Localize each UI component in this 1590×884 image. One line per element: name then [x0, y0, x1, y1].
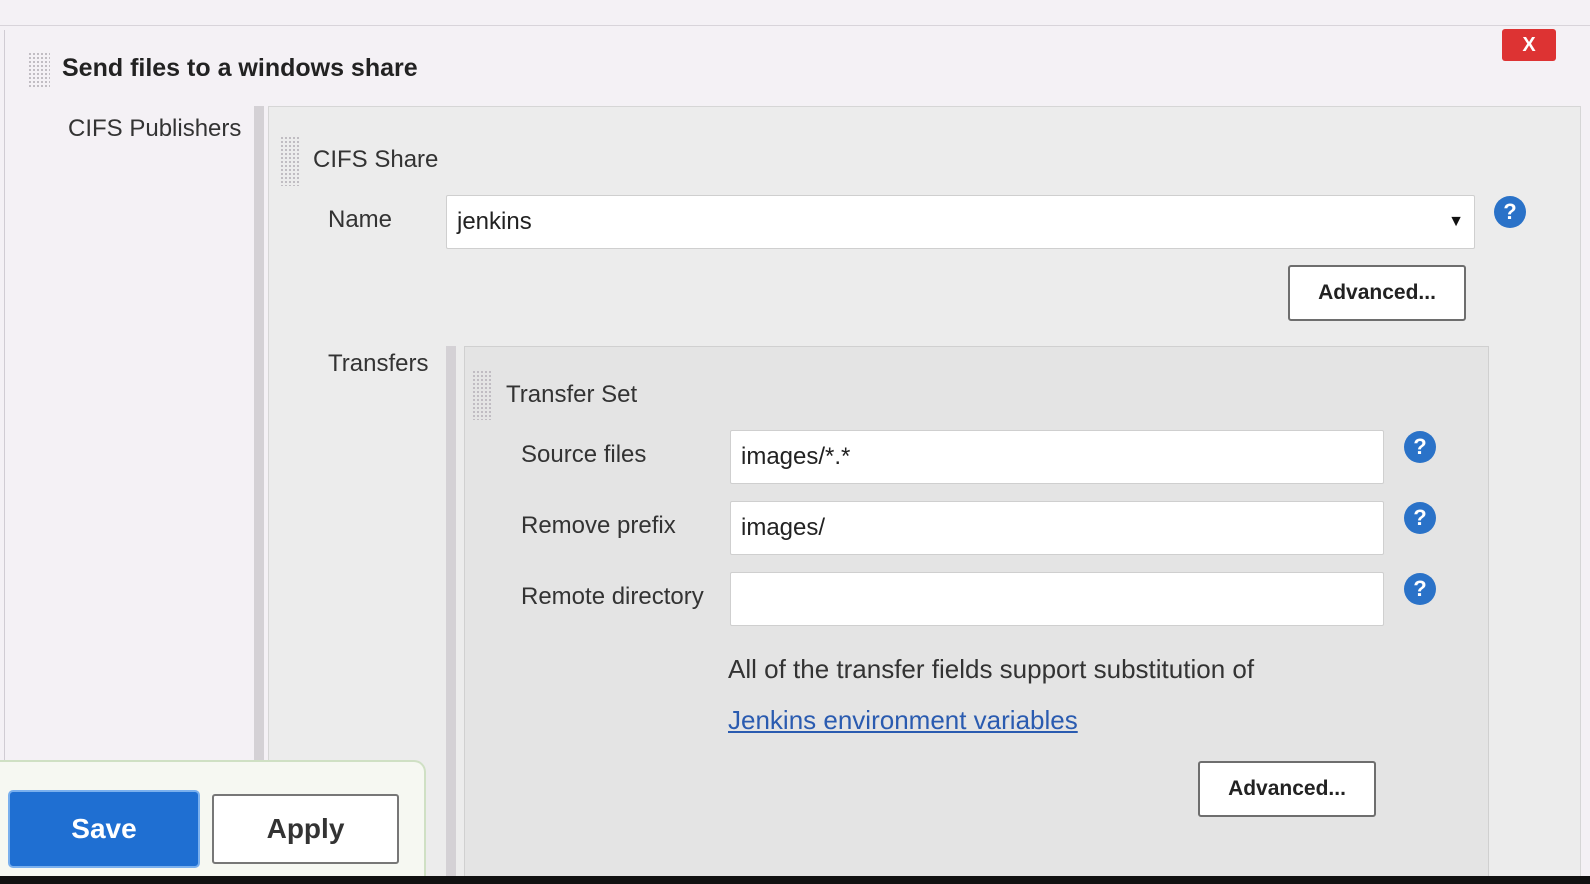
cifs-share-title: CIFS Share — [313, 146, 439, 173]
nesting-bar — [446, 346, 456, 884]
drag-handle-icon[interactable] — [280, 136, 300, 186]
save-button[interactable]: Save — [8, 790, 200, 868]
apply-button[interactable]: Apply — [212, 794, 399, 864]
help-icon[interactable]: ? — [1494, 196, 1526, 228]
source-files-input[interactable]: images/*.* — [730, 430, 1384, 484]
remove-prefix-input[interactable]: images/ — [730, 501, 1384, 555]
share-advanced-button[interactable]: Advanced... — [1288, 265, 1466, 321]
source-files-label: Source files — [521, 441, 647, 468]
env-variables-link[interactable]: Jenkins environment variables — [728, 705, 1078, 736]
help-icon[interactable]: ? — [1404, 431, 1436, 463]
window-bottom-edge — [0, 876, 1590, 884]
chevron-down-icon: ▼ — [1448, 213, 1464, 230]
substitution-note: All of the transfer fields support subst… — [728, 654, 1255, 684]
publisher-title: Send files to a windows share — [62, 54, 418, 82]
top-strip — [0, 0, 1590, 26]
name-label: Name — [328, 206, 393, 233]
drag-handle-icon[interactable] — [472, 370, 492, 420]
transfer-advanced-button[interactable]: Advanced... — [1198, 761, 1376, 817]
help-icon[interactable]: ? — [1404, 573, 1436, 605]
delete-publisher-button[interactable]: X — [1502, 29, 1556, 61]
transfer-set-title: Transfer Set — [506, 381, 638, 408]
name-select-value: jenkins — [457, 208, 532, 235]
drag-handle-icon[interactable] — [28, 52, 50, 88]
remote-directory-input[interactable] — [730, 572, 1384, 626]
transfers-label: Transfers — [328, 350, 429, 377]
help-icon[interactable]: ? — [1404, 502, 1436, 534]
name-select[interactable]: jenkins ▼ — [446, 195, 1475, 249]
cifs-publishers-label: CIFS Publishers — [68, 115, 242, 142]
remove-prefix-label: Remove prefix — [521, 512, 676, 539]
remote-directory-label: Remote directory — [521, 583, 704, 610]
